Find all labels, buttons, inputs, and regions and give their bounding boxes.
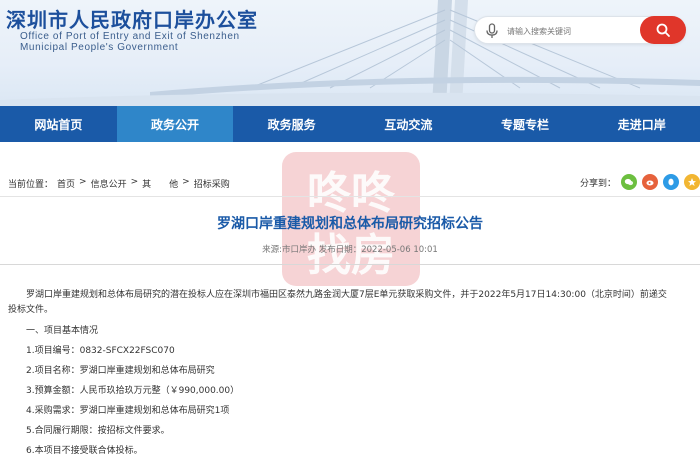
breadcrumb-item-other[interactable]: 其 他 [142, 177, 178, 190]
list-item: 4.采购需求：罗湖口岸重建规划和总体布局研究1项 [26, 406, 230, 416]
search-button[interactable] [640, 16, 686, 44]
site-title-english-line1: Office of Port of Entry and Exit of Shen… [20, 31, 240, 42]
list-item: 6.本项目不接受联合体投标。 [26, 446, 143, 456]
nav-government-affairs-public[interactable]: 政务公开 [116, 106, 234, 142]
article-body: 罗湖口岸重建规划和总体布局研究的潜在投标人应在深圳市福田区泰然九路金润大厦7层E… [8, 288, 698, 457]
list-item: 1.项目编号：0832-SFCX22FSC070 [26, 346, 175, 356]
svg-text:咚咚: 咚咚 [307, 168, 396, 219]
breadcrumb-separator: > [79, 177, 87, 187]
breadcrumb: 当前位置： 首页 > 信息公开 > 其 他 > 招标采购 [8, 177, 230, 190]
qq-icon[interactable] [663, 174, 680, 190]
weibo-icon[interactable] [642, 174, 659, 190]
section-heading: 一、项目基本情况 [26, 326, 99, 336]
breadcrumb-item-info-public[interactable]: 信息公开 [91, 177, 127, 190]
list-item: 3.预算金额：人民币玖拾玖万元整（￥990,000.00） [26, 386, 240, 396]
nav-home[interactable]: 网站首页 [0, 106, 117, 142]
share-label: 分享到： [580, 178, 617, 189]
search-icon [656, 23, 670, 37]
search-input[interactable] [507, 21, 637, 41]
share-bar: 分享到： [580, 174, 700, 190]
breadcrumb-separator: > [130, 177, 139, 187]
nav-special-topics[interactable]: 专题专栏 [467, 106, 584, 142]
microphone-icon[interactable] [483, 22, 501, 40]
wechat-icon[interactable] [621, 174, 638, 190]
main-nav: 网站首页 政务公开 政务服务 互动交流 专题专栏 走进口岸 [0, 106, 700, 142]
nav-interaction[interactable]: 互动交流 [350, 106, 467, 142]
breadcrumb-separator: > [182, 177, 190, 187]
list-item: 5.合同履行期限：按招标文件要求。 [26, 426, 170, 436]
article-title: 罗湖口岸重建规划和总体布局研究招标公告 [217, 216, 483, 232]
nav-government-services[interactable]: 政务服务 [233, 106, 350, 142]
qzone-icon[interactable] [684, 174, 700, 190]
svg-text:找房: 找房 [307, 230, 395, 281]
breadcrumb-divider [0, 196, 700, 197]
meta-divider [0, 264, 700, 265]
breadcrumb-item-procurement[interactable]: 招标采购 [194, 177, 230, 190]
intro-line-2: 投标文件。 [8, 305, 54, 315]
breadcrumb-prefix: 当前位置： [8, 180, 54, 190]
article-meta: 来源:市口岸办 发布日期：2022-05-06 10:01 [262, 245, 438, 255]
site-title: 深圳市人民政府口岸办公室 [6, 8, 258, 32]
search-box [474, 16, 686, 44]
site-header: 深圳市人民政府口岸办公室 Office of Port of Entry and… [0, 0, 700, 106]
intro-line-1: 罗湖口岸重建规划和总体布局研究的潜在投标人应在深圳市福田区泰然九路金润大厦7层E… [26, 290, 667, 300]
site-title-english-line2: Municipal People's Government [20, 42, 179, 53]
list-item: 2.项目名称：罗湖口岸重建规划和总体布局研究 [26, 366, 215, 376]
nav-about-port[interactable]: 走进口岸 [583, 106, 700, 142]
breadcrumb-item-home[interactable]: 首页 [57, 177, 75, 190]
